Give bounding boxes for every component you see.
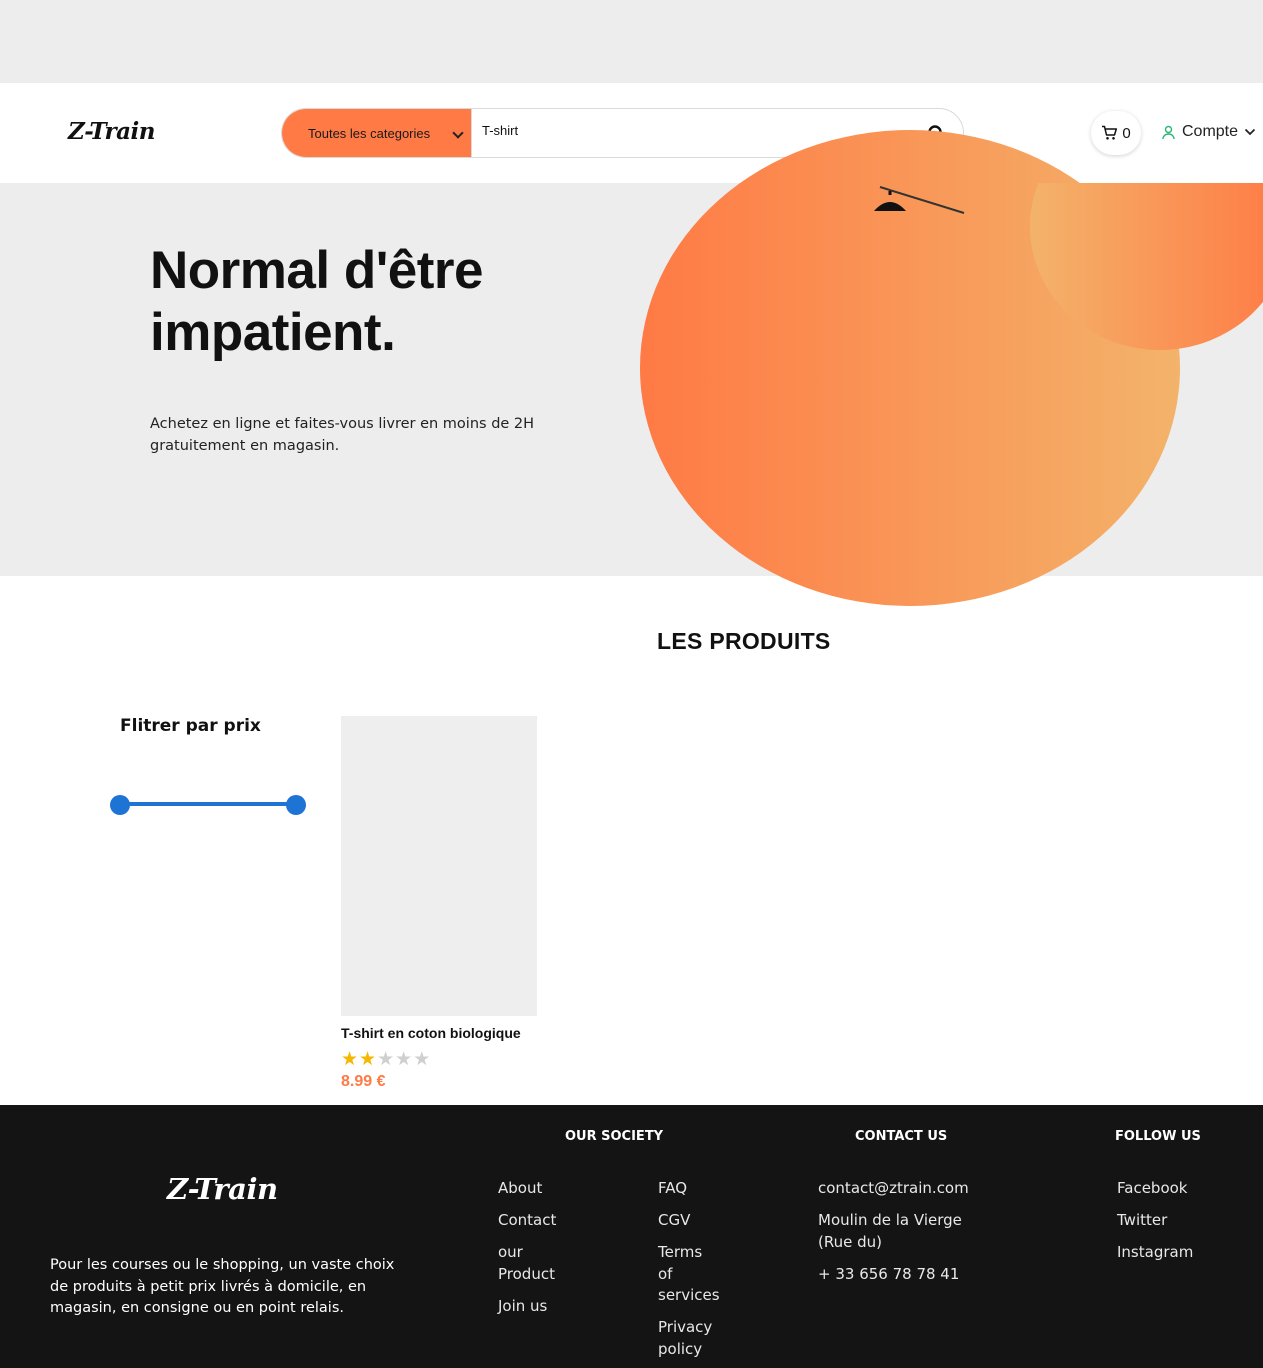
star-empty-icon: ★ (413, 1048, 431, 1070)
star-filled-icon: ★ (341, 1048, 359, 1070)
top-strip (0, 0, 1263, 83)
footer-follow-col: Facebook Twitter Instagram (1117, 1178, 1237, 1274)
footer-link-privacy[interactable]: Privacy policy (658, 1317, 720, 1360)
price-slider-track[interactable] (120, 802, 296, 806)
star-filled-icon: ★ (359, 1048, 377, 1070)
hero-subtitle: Achetez en ligne et faites-vous livrer e… (150, 416, 535, 454)
footer-heading-contact: CONTACT US (855, 1129, 948, 1144)
search-input[interactable]: T-shirt (482, 123, 518, 138)
footer-contact-address: Moulin de la Vierge (Rue du) (818, 1211, 962, 1251)
chevron-down-icon (1244, 128, 1256, 136)
star-empty-icon: ★ (377, 1048, 395, 1070)
footer-contact-phone[interactable]: + 33 656 78 78 41 (818, 1264, 978, 1286)
price-filter-title: Flitrer par prix (120, 716, 261, 736)
footer-description: Pour les courses ou le shopping, un vast… (50, 1257, 395, 1316)
price-slider-max-handle[interactable] (286, 795, 306, 815)
lamp-illustration (874, 186, 965, 214)
product-rating: ★ ★ ★ ★ ★ (341, 1049, 537, 1069)
footer-heading-follow: FOLLOW US (1115, 1129, 1201, 1144)
footer-contact-col: contact@ztrain.com Moulin de la Vierge (… (818, 1178, 978, 1296)
footer-link-about[interactable]: About (498, 1178, 578, 1200)
footer-society-col2: FAQ CGV Terms of services Privacy policy (658, 1178, 720, 1368)
logo[interactable]: Z-Train (68, 118, 155, 145)
category-select[interactable]: Toutes les categories (282, 109, 472, 157)
product-price: 8.99 € (341, 1073, 386, 1090)
footer-link-join-us[interactable]: Join us (498, 1296, 578, 1318)
footer-logo[interactable]: Z-Train (167, 1172, 278, 1206)
star-empty-icon: ★ (395, 1048, 413, 1070)
account-label: Compte (1182, 123, 1239, 140)
product-image[interactable] (341, 716, 537, 1016)
footer-contact-email[interactable]: contact@ztrain.com (818, 1178, 978, 1200)
footer-link-instagram[interactable]: Instagram (1117, 1242, 1237, 1264)
footer-society-col1: About Contact our Product Join us (498, 1178, 578, 1328)
product-name[interactable]: T-shirt en coton biologique (341, 1025, 537, 1041)
cart-count: 0 (1122, 124, 1131, 142)
footer-link-cgv[interactable]: CGV (658, 1210, 720, 1232)
product-card[interactable]: T-shirt en coton biologique ★ ★ ★ ★ ★ 8.99 € (341, 716, 537, 1091)
footer-link-our-product[interactable]: our Product (498, 1242, 578, 1285)
user-icon (1162, 125, 1175, 139)
footer-link-twitter[interactable]: Twitter (1117, 1210, 1237, 1232)
account-menu[interactable]: Compte (1161, 123, 1256, 141)
footer-heading-society: OUR SOCIETY (565, 1129, 664, 1144)
footer-link-faq[interactable]: FAQ (658, 1178, 720, 1200)
footer-link-terms[interactable]: Terms of services (658, 1242, 720, 1307)
footer (0, 1105, 1263, 1368)
footer-link-contact[interactable]: Contact (498, 1210, 578, 1232)
price-slider-min-handle[interactable] (110, 795, 130, 815)
products-section-title: LES PRODUITS (657, 628, 831, 654)
footer-link-facebook[interactable]: Facebook (1117, 1178, 1237, 1200)
hero-title: Normal d'être impatient. (150, 241, 484, 362)
hero-small-circle (1030, 183, 1263, 350)
category-select-label: Toutes les categories (308, 125, 431, 141)
cart-button[interactable]: 0 (1091, 111, 1141, 155)
chevron-down-icon (452, 127, 464, 139)
cart-icon (1102, 125, 1118, 140)
